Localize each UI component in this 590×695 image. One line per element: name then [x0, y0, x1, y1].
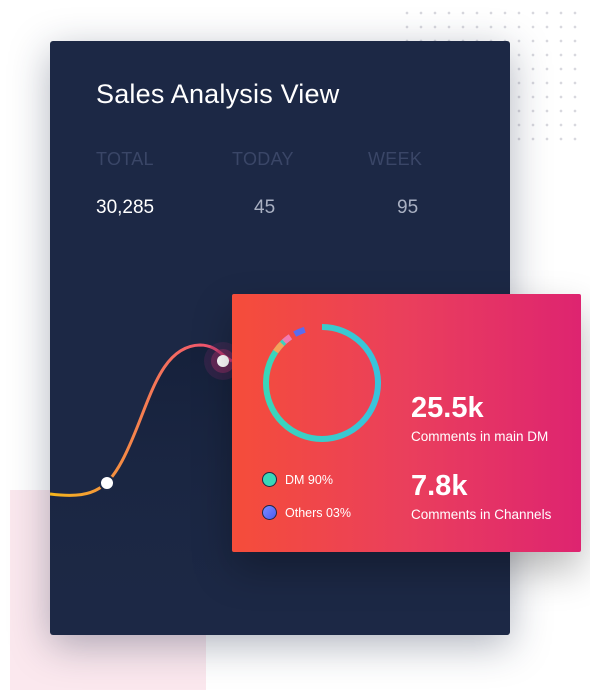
- legend-item-others: Others 03%: [262, 505, 351, 520]
- comments-stat-card: DM 90% Others 03% 25.5k Comments in main…: [232, 294, 581, 552]
- trend-highlight-point[interactable]: [217, 355, 229, 367]
- trend-data-point[interactable]: [99, 475, 115, 491]
- legend-dot-others: [262, 505, 277, 520]
- legend-label-dm: DM 90%: [285, 472, 333, 487]
- metric-label-dm: Comments in main DM: [411, 429, 549, 444]
- comments-donut-chart: [263, 324, 381, 442]
- donut-segment-dm: [263, 324, 381, 442]
- legend-dot-dm: [262, 472, 277, 487]
- metric-value-dm: 25.5k: [411, 392, 484, 424]
- legend-label-others: Others 03%: [285, 505, 352, 520]
- legend-item-dm: DM 90%: [262, 472, 333, 487]
- metric-value-channels: 7.8k: [411, 470, 468, 502]
- trend-area-fill: [50, 345, 232, 635]
- metric-label-channels: Comments in Channels: [411, 507, 552, 522]
